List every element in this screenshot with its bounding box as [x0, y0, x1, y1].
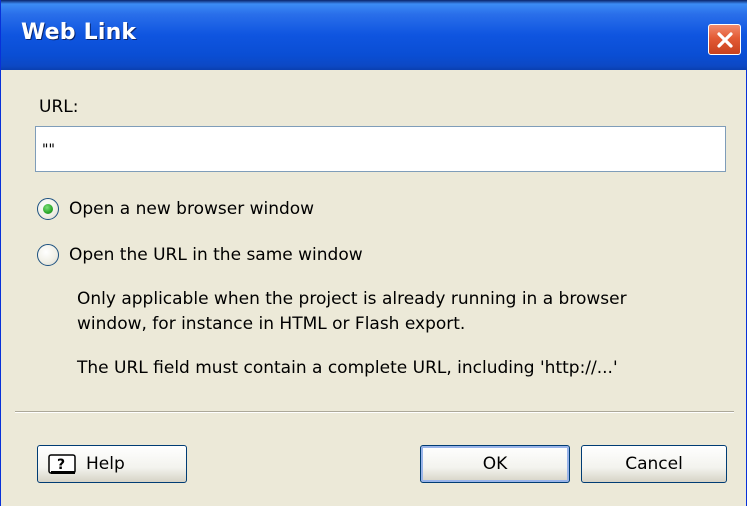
ok-button-label: OK: [482, 454, 508, 474]
radio-same-window-button[interactable]: [37, 244, 59, 266]
svg-text:?: ?: [57, 457, 65, 473]
radio-selected-dot: [43, 204, 53, 214]
radio-new-window-label[interactable]: Open a new browser window: [69, 199, 314, 219]
radio-new-window-button[interactable]: [37, 198, 59, 220]
help-icon: ?: [48, 454, 76, 474]
close-icon: [717, 32, 733, 48]
ok-button[interactable]: OK: [420, 445, 570, 483]
title-bar[interactable]: Web Link: [1, 0, 747, 70]
note-line-2: window, for instance in HTML or Flash ex…: [77, 314, 466, 334]
cancel-button-label: Cancel: [625, 454, 683, 474]
note-line-3: The URL field must contain a complete UR…: [77, 358, 618, 378]
cancel-button[interactable]: Cancel: [581, 445, 727, 483]
radio-same-window[interactable]: Open the URL in the same window: [37, 244, 417, 268]
web-link-dialog: Web Link URL: Open a new browser window …: [0, 0, 747, 506]
radio-same-window-label[interactable]: Open the URL in the same window: [69, 245, 363, 265]
separator: [15, 411, 734, 413]
note-line-1: Only applicable when the project is alre…: [77, 289, 627, 309]
url-label: URL:: [39, 97, 79, 117]
help-button[interactable]: ? Help: [37, 445, 187, 483]
window-title: Web Link: [21, 20, 137, 45]
url-input[interactable]: [35, 126, 726, 172]
close-button[interactable]: [708, 24, 741, 55]
help-button-label: Help: [86, 454, 125, 474]
radio-new-window[interactable]: Open a new browser window: [37, 198, 377, 222]
